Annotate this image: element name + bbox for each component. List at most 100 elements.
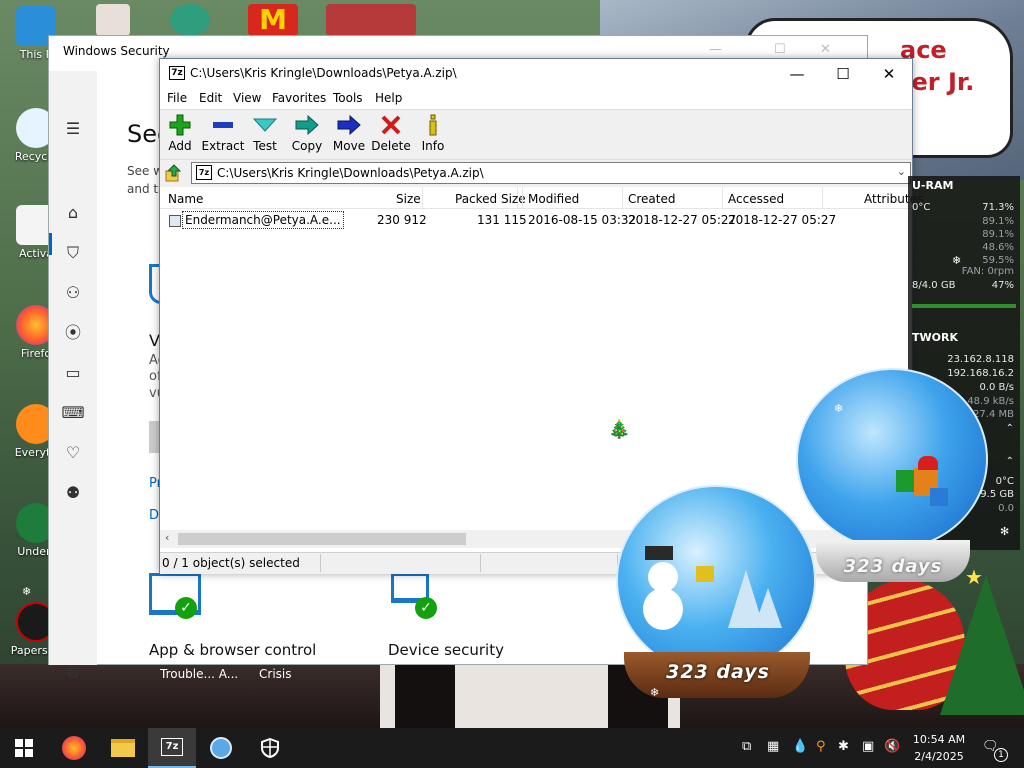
add-icon	[166, 113, 194, 137]
taskbar-file-explorer[interactable]	[99, 728, 147, 768]
minimize-icon[interactable]: —	[709, 42, 722, 57]
folder-icon	[111, 739, 135, 757]
santa-hat-icon	[918, 456, 938, 470]
task-view-icon[interactable]: ⧉	[742, 739, 751, 754]
network-heading: TWORK	[912, 331, 958, 344]
move-button[interactable]: Move	[327, 113, 371, 153]
snowflake-icon: ❄	[650, 686, 660, 699]
home-icon[interactable]: ⌂	[61, 201, 85, 225]
file-name[interactable]: Endermanch@Petya.A.e...	[182, 211, 344, 229]
column-divider[interactable]	[522, 187, 523, 209]
extract-button[interactable]: Extract	[201, 113, 245, 153]
column-divider[interactable]	[622, 187, 623, 209]
sparkle-icon[interactable]: ✱	[838, 739, 849, 754]
menu-tools[interactable]: Tools	[333, 91, 363, 105]
column-name[interactable]: Name	[168, 192, 203, 206]
close-button[interactable]: ✕	[866, 59, 912, 89]
network-icon[interactable]: ▣	[862, 739, 874, 754]
column-divider[interactable]	[822, 187, 823, 209]
wifi-icon[interactable]: ⦿	[61, 321, 85, 345]
window-title: Windows Security	[63, 44, 170, 58]
cpu-core: 89.1%	[982, 229, 1014, 240]
start-button[interactable]	[0, 728, 48, 768]
taskbar-7zip[interactable]: 7z	[148, 728, 196, 768]
notification-badge: 1	[994, 748, 1008, 762]
clock[interactable]: 10:54 AM 2/4/2025	[906, 731, 972, 765]
chevron-up-icon[interactable]: ⌃	[1006, 423, 1014, 434]
sevenzip-window[interactable]: 7z C:\Users\Kris Kringle\Downloads\Petya…	[158, 58, 923, 574]
person-icon[interactable]: ⚇	[61, 281, 85, 305]
taskbar-windows-security[interactable]	[246, 728, 294, 768]
menu-edit[interactable]: Edit	[199, 91, 222, 105]
search-icon[interactable]: ⚲	[816, 739, 826, 754]
test-button[interactable]: Test	[243, 113, 287, 153]
extract-icon	[209, 113, 237, 137]
clipart-1	[96, 4, 130, 36]
window-title: C:\Users\Kris Kringle\Downloads\Petya.A.…	[190, 66, 457, 80]
file-size: 230 912	[377, 213, 427, 227]
taskbar-app[interactable]	[197, 728, 245, 768]
menu-favorites[interactable]: Favorites	[272, 91, 326, 105]
gear-icon[interactable]: ⚙	[61, 661, 85, 685]
hamburger-menu-icon[interactable]: ☰	[61, 117, 85, 141]
gift-icon	[696, 566, 714, 582]
close-icon[interactable]: ✕	[820, 42, 831, 57]
drop-icon[interactable]: 💧	[792, 739, 808, 754]
card-label-app-browser[interactable]: App & browser control	[149, 641, 316, 659]
file-icon	[169, 215, 181, 227]
shield-icon[interactable]: ⛉	[61, 241, 85, 265]
delete-button[interactable]: Delete	[369, 113, 413, 153]
snow-globe-small	[616, 485, 816, 675]
tray-app-icon[interactable]: ▦	[767, 739, 779, 754]
shield-icon	[261, 738, 279, 758]
menu-file[interactable]: File	[167, 91, 187, 105]
maximize-icon[interactable]: ☐	[774, 42, 786, 57]
menu-help[interactable]: Help	[375, 91, 402, 105]
maximize-button[interactable]: ☐	[820, 59, 866, 89]
top-hat-icon	[645, 546, 673, 560]
info-button[interactable]: Info	[411, 113, 455, 153]
menu-view[interactable]: View	[233, 91, 261, 105]
volume-muted-icon[interactable]: 🔇	[884, 739, 900, 754]
ram-usage: 8/4.0 GB	[912, 280, 956, 291]
chevron-down-icon[interactable]: ⌄	[897, 165, 906, 178]
move-icon	[335, 113, 363, 137]
disk-activity: 0.0	[998, 503, 1014, 514]
address-field[interactable]: 7z C:\Users\Kris Kringle\Downloads\Petya…	[191, 162, 911, 184]
fan-speed: FAN: 0rpm	[961, 266, 1014, 277]
clock-time: 10:54 AM	[912, 733, 966, 746]
cpu-core: 89.1%	[982, 216, 1014, 227]
chevron-up-icon[interactable]: ⌃	[1006, 456, 1014, 467]
family-icon[interactable]: ⚉	[61, 481, 85, 505]
clipart-2	[170, 4, 210, 36]
disk-temp: 0°C	[995, 476, 1014, 487]
laptop-icon[interactable]: ⌨	[61, 401, 85, 425]
test-icon	[251, 113, 279, 137]
copy-icon	[293, 113, 321, 137]
chevron-left-icon[interactable]: ‹	[165, 531, 169, 544]
copy-button[interactable]: Copy	[285, 113, 329, 153]
add-button[interactable]: Add	[158, 113, 202, 153]
minimize-button[interactable]: —	[774, 59, 820, 89]
browser-icon[interactable]: ▭	[61, 361, 85, 385]
download-speed: 48.9 kB/s	[967, 396, 1014, 407]
address-path: C:\Users\Kris Kringle\Downloads\Petya.A.…	[217, 166, 484, 180]
cpu-temp: 0°C	[912, 202, 931, 213]
taskbar-firefox[interactable]	[50, 728, 98, 768]
total-transfer: 27.4 MB	[973, 409, 1014, 420]
column-created[interactable]: Created	[628, 192, 676, 206]
delete-icon	[377, 113, 405, 137]
column-size[interactable]: Size	[396, 192, 421, 206]
column-packed-size[interactable]: Packed Size	[455, 192, 526, 206]
status-divider	[320, 554, 321, 572]
column-modified[interactable]: Modified	[528, 192, 579, 206]
column-accessed[interactable]: Accessed	[728, 192, 784, 206]
card-label-device-security[interactable]: Device security	[388, 641, 504, 659]
file-packed-size: 131 115	[477, 213, 527, 227]
column-divider[interactable]	[422, 187, 423, 209]
column-divider[interactable]	[722, 187, 723, 209]
up-folder-icon[interactable]	[164, 163, 184, 183]
heart-icon[interactable]: ♡	[61, 441, 85, 465]
snowflake-icon: ❄	[22, 585, 32, 598]
scrollbar-thumb[interactable]	[178, 533, 466, 545]
